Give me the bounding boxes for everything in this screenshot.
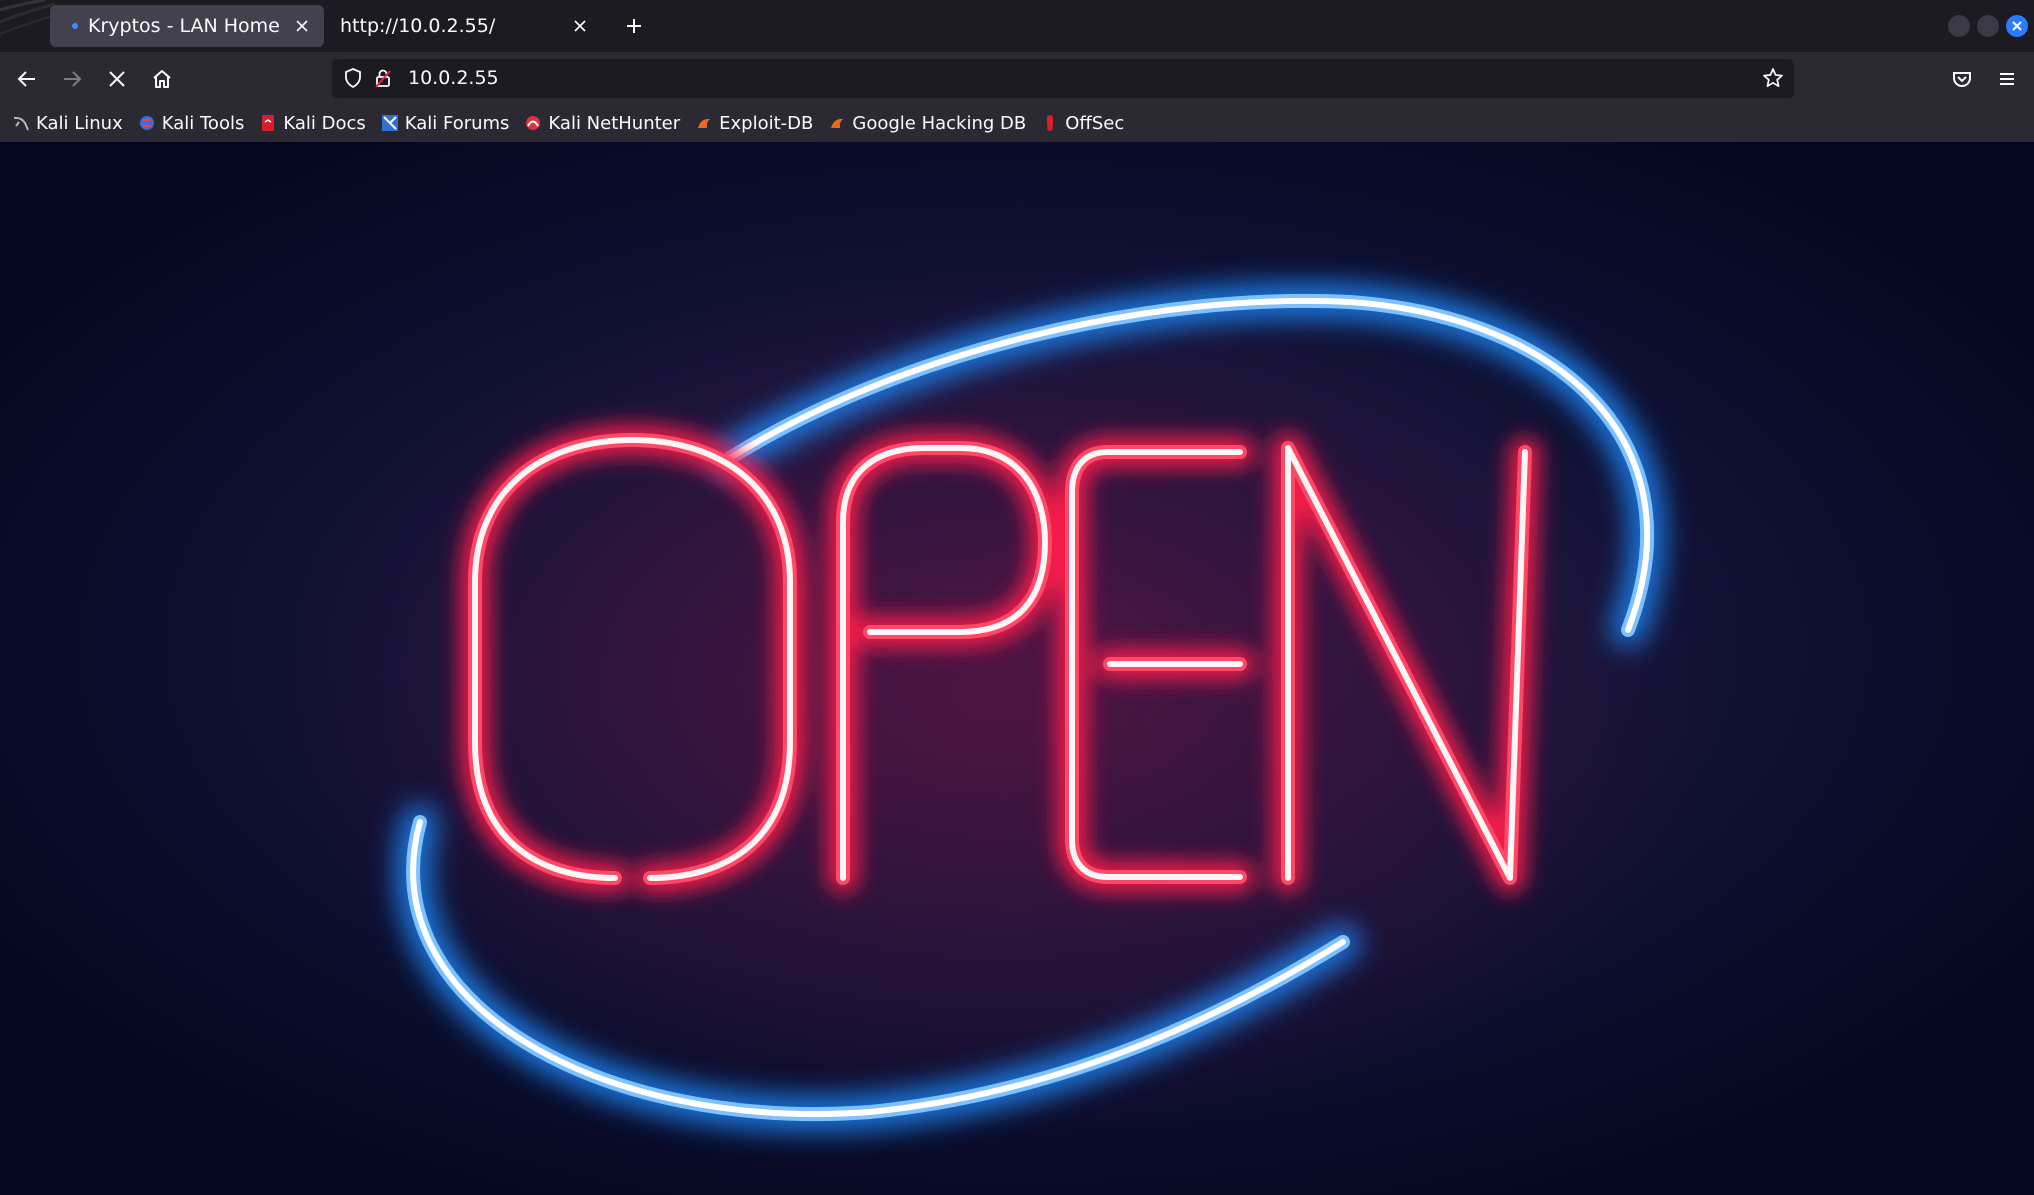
tab-strip: Kryptos - LAN Home http://10.0.2.55/ [0,0,2034,52]
loading-indicator-icon [72,23,78,29]
hamburger-menu-icon [2000,73,2014,85]
bookmark-offsec[interactable]: OffSec [1041,113,1124,134]
open-menu-button[interactable] [1990,62,2024,96]
bookmark-star-icon[interactable] [1762,67,1784,93]
minimize-window-button[interactable] [1948,15,1970,37]
tab-title: Kryptos - LAN Home [88,15,280,37]
bookmark-label: Kali Docs [283,112,366,134]
bookmark-kali-tools[interactable]: Kali Tools [138,112,245,134]
forward-button[interactable] [55,62,89,96]
url-text: 10.0.2.55 [408,67,499,89]
bookmark-label: Kali Forums [404,112,510,134]
kali-linux-icon [13,116,29,131]
arrow-left-icon [17,71,35,87]
kali-tools-icon [139,116,154,130]
address-bar[interactable]: 10.0.2.55 [332,59,1794,98]
home-icon [153,70,171,88]
tracking-protection-shield-icon[interactable] [342,67,364,93]
maximize-window-button[interactable] [1977,15,1999,37]
insecure-lock-icon[interactable] [372,67,394,93]
stop-loading-button[interactable] [100,62,134,96]
tab-title: http://10.0.2.55/ [340,15,496,37]
new-tab-button[interactable] [618,12,650,40]
bookmarks-toolbar: Kali Linux Kali Tools Kali Docs Kali For… [0,104,2034,142]
browser-window: Kryptos - LAN Home http://10.0.2.55/ 10.… [0,0,2034,1195]
plus-icon [627,19,641,33]
kali-forums-icon [381,115,398,131]
tab-http-10-0-2-55[interactable]: http://10.0.2.55/ [326,5,602,47]
back-button[interactable] [10,62,44,96]
bookmark-label: Exploit-DB [719,112,814,134]
bookmark-kali-docs[interactable]: Kali Docs [259,112,366,134]
bookmark-kali-nethunter[interactable]: Kali NetHunter [524,113,680,134]
pocket-icon [1953,72,1971,87]
kali-docs-icon [262,115,275,131]
tab-kryptos-lan-home[interactable]: Kryptos - LAN Home [50,5,324,47]
close-window-button[interactable] [2006,15,2028,37]
bookmark-kali-forums[interactable]: Kali Forums [381,112,510,134]
bookmark-label: Kali Tools [161,112,245,134]
page-content [0,142,2034,1195]
bookmark-label: Kali NetHunter [548,112,681,134]
pocket-button[interactable] [1945,62,1979,96]
bookmark-google-hacking-db[interactable]: Google Hacking DB [828,113,1026,134]
home-button[interactable] [145,62,179,96]
bookmark-label: Google Hacking DB [852,112,1027,134]
ghdb-icon [831,118,844,128]
close-icon [109,71,125,87]
bookmark-exploit-db[interactable]: Exploit-DB [695,113,813,134]
neon-open-sign-image [0,142,2034,1195]
close-icon [2012,21,2022,31]
kali-nethunter-icon [526,116,541,130]
close-tab-icon[interactable] [566,12,594,40]
arrow-right-icon [64,71,82,87]
exploit-db-icon [698,118,711,128]
bookmark-kali-linux[interactable]: Kali Linux [12,113,123,134]
bookmark-label: OffSec [1065,112,1125,134]
close-tab-icon[interactable] [288,12,316,40]
bookmark-label: Kali Linux [36,112,123,134]
offsec-icon [1047,115,1054,131]
